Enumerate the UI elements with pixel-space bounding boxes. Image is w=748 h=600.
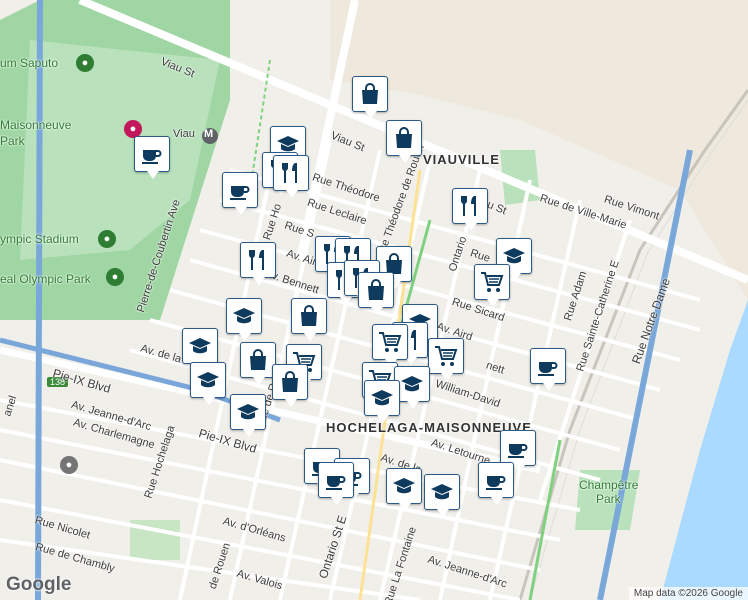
- school-icon: [196, 368, 220, 392]
- coffee-icon: [140, 142, 164, 166]
- shopping-cart-icon: [434, 344, 458, 368]
- coffee-icon: [324, 468, 348, 492]
- school-poi-icon: ●: [60, 456, 78, 474]
- shopping-bag-icon: [392, 126, 416, 150]
- metro-icon: M: [204, 128, 214, 140]
- shopping-cart-icon: [480, 270, 504, 294]
- coffee-icon-marker[interactable]: [500, 430, 536, 473]
- school-icon: [188, 334, 212, 358]
- shopping-bag-icon-marker[interactable]: [272, 364, 308, 407]
- shopping-bag-icon-marker[interactable]: [352, 76, 388, 119]
- coffee-icon: [228, 178, 252, 202]
- google-logo: Google: [6, 574, 72, 595]
- school-icon: [370, 386, 394, 410]
- coffee-icon-marker[interactable]: [222, 172, 258, 215]
- coffee-icon-marker[interactable]: [478, 462, 514, 505]
- school-icon-marker[interactable]: [230, 394, 266, 437]
- shopping-bag-icon-marker[interactable]: [386, 120, 422, 163]
- coffee-icon-marker[interactable]: [318, 462, 354, 505]
- shopping-bag-icon: [278, 370, 302, 394]
- school-icon-marker[interactable]: [424, 474, 460, 517]
- coffee-icon: [536, 354, 560, 378]
- restaurant-icon: [279, 161, 303, 185]
- school-icon: [392, 474, 416, 498]
- school-icon-marker[interactable]: [364, 380, 400, 423]
- park-label-champetre-park: Park: [596, 492, 621, 506]
- park-label-olympic-stadium: ympic Stadium: [0, 232, 79, 246]
- coffee-icon: [484, 468, 508, 492]
- stadium-icon: ●: [76, 54, 94, 72]
- shopping-bag-icon-marker[interactable]: [291, 298, 327, 341]
- park-label-champetre: Champêtre: [579, 478, 639, 492]
- school-icon-marker[interactable]: [190, 362, 226, 405]
- olympic-stadium-icon: ●: [98, 230, 116, 248]
- restaurant-icon: [458, 194, 482, 218]
- shopping-cart-icon-marker[interactable]: [474, 264, 510, 307]
- shopping-cart-icon-marker[interactable]: [428, 338, 464, 381]
- coffee-icon-marker[interactable]: [530, 348, 566, 391]
- shopping-cart-icon: [378, 330, 402, 354]
- coffee-icon: [506, 436, 530, 460]
- shopping-bag-icon: [358, 82, 382, 106]
- shopping-bag-icon-marker[interactable]: [240, 342, 276, 385]
- shopping-bag-icon: [364, 278, 388, 302]
- school-icon-marker[interactable]: [226, 298, 262, 341]
- school-icon: [430, 480, 454, 504]
- school-icon: [400, 372, 424, 396]
- park-label-park: Park: [0, 134, 25, 148]
- school-icon: [236, 400, 260, 424]
- restaurant-icon-marker[interactable]: [452, 188, 488, 231]
- shopping-bag-icon: [297, 304, 321, 328]
- shopping-cart-icon-marker[interactable]: [372, 324, 408, 367]
- metro-label: Viau: [173, 128, 195, 140]
- park-label-olympic-park: eal Olympic Park: [0, 272, 91, 286]
- coffee-icon-marker[interactable]: [134, 136, 170, 179]
- school-icon-marker[interactable]: [386, 468, 422, 511]
- restaurant-icon-marker[interactable]: [240, 242, 276, 285]
- park-label-maisonneuve: Maisonneuve: [0, 118, 72, 132]
- school-icon: [232, 304, 256, 328]
- neighborhood-viauville: VIAUVILLE: [423, 152, 500, 167]
- olympic-park-icon: ●: [106, 268, 124, 286]
- map-canvas[interactable]: Viau M 138 VIAUVILLE HOCHELAGA-MAISONNEU…: [0, 0, 748, 600]
- school-icon-marker[interactable]: [182, 328, 218, 371]
- restaurant-icon-marker[interactable]: [273, 155, 309, 198]
- river-water: [660, 300, 748, 600]
- shopping-bag-icon: [246, 348, 270, 372]
- map-attribution[interactable]: Map data ©2026 Google: [628, 587, 748, 600]
- park-label-saputo: um Saputo: [0, 56, 59, 70]
- restaurant-icon: [246, 248, 270, 272]
- highway-pie-ix: [35, 0, 43, 600]
- shopping-bag-icon-marker[interactable]: [358, 272, 394, 315]
